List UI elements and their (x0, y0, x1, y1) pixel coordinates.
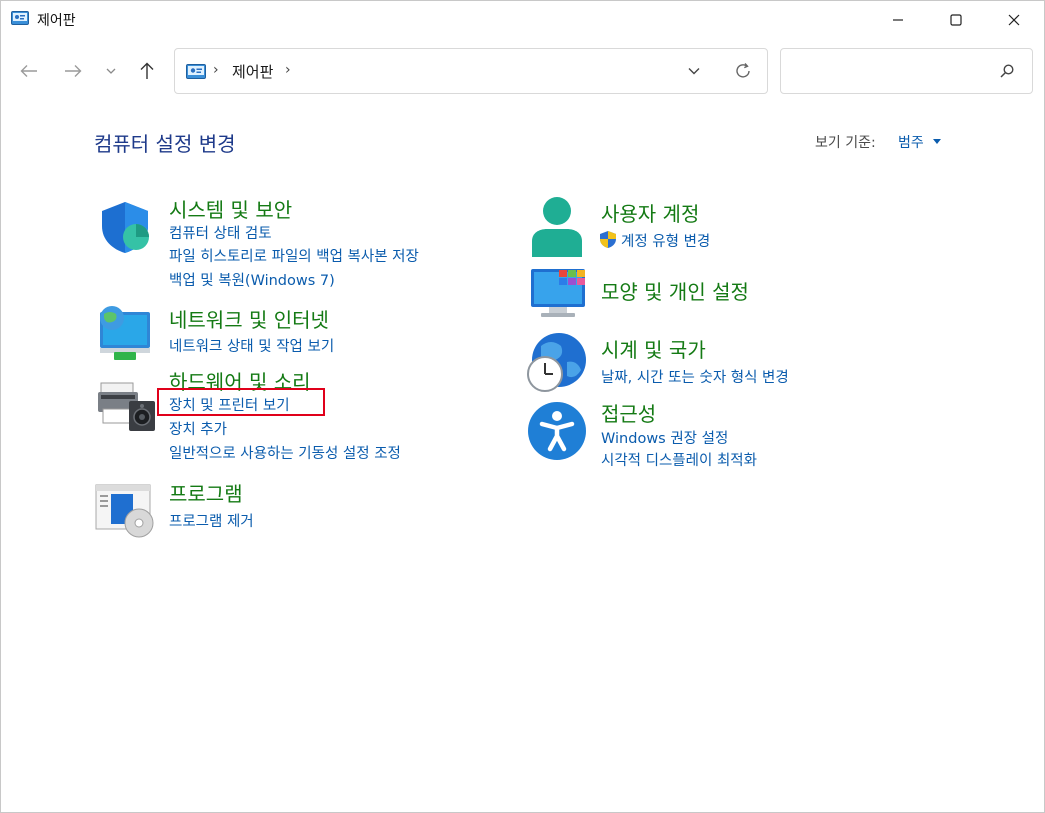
minimize-button[interactable] (869, 1, 927, 39)
category-programs-title[interactable]: 프로그램 (169, 478, 243, 507)
recent-dropdown-icon (106, 68, 116, 74)
link-review-computer-status[interactable]: 컴퓨터 상태 검토 (169, 222, 272, 243)
security-shield-icon[interactable] (97, 199, 153, 255)
dropdown-caret-icon[interactable] (933, 139, 941, 144)
recent-locations-button[interactable] (103, 59, 119, 83)
up-arrow-icon (140, 62, 154, 79)
up-button[interactable] (135, 59, 159, 83)
link-change-account-type[interactable]: 계정 유형 변경 (621, 230, 710, 251)
printer-speaker-icon[interactable] (97, 379, 157, 433)
maximize-button[interactable] (927, 1, 985, 39)
link-add-device[interactable]: 장치 추가 (169, 418, 227, 439)
view-by-dropdown[interactable]: 범주 (898, 132, 924, 152)
control-panel-window: 제어판 › 제어판 › 컴퓨터 설정 변경 보기 기준: 범주 시스템 및 보안… (0, 0, 1045, 813)
page-title: 컴퓨터 설정 변경 (94, 132, 236, 156)
network-globe-icon[interactable] (96, 304, 154, 362)
link-date-time-format[interactable]: 날짜, 시간 또는 숫자 형식 변경 (601, 366, 789, 387)
back-arrow-icon (20, 65, 37, 77)
link-network-status-tasks[interactable]: 네트워크 상태 및 작업 보기 (169, 335, 334, 356)
forward-arrow-icon (65, 65, 82, 77)
control-panel-icon (186, 64, 206, 79)
breadcrumb-separator[interactable]: › (285, 62, 291, 78)
minimize-icon (893, 19, 903, 21)
globe-clock-icon[interactable] (527, 332, 589, 394)
control-panel-icon (11, 11, 29, 25)
search-input[interactable] (787, 59, 991, 83)
close-icon (1008, 14, 1020, 26)
category-user-accounts-title[interactable]: 사용자 계정 (601, 198, 699, 227)
link-optimize-visual-display[interactable]: 시각적 디스플레이 최적화 (601, 449, 757, 470)
title-bar: 제어판 (1, 1, 1044, 39)
link-file-history-backup[interactable]: 파일 히스토리로 파일의 백업 복사본 저장 (169, 245, 419, 266)
forward-button[interactable] (61, 59, 85, 83)
link-devices-printers[interactable]: 장치 및 프린터 보기 (169, 394, 290, 415)
uac-shield-icon (600, 231, 616, 248)
category-system-security-title[interactable]: 시스템 및 보안 (169, 194, 292, 223)
search-icon[interactable] (999, 63, 1015, 79)
monitor-palette-icon[interactable] (529, 267, 589, 319)
view-by-label: 보기 기준: (815, 135, 876, 151)
close-button[interactable] (985, 1, 1043, 39)
address-bar[interactable]: › 제어판 › (174, 48, 768, 94)
breadcrumb-separator: › (213, 62, 219, 78)
link-mobility-settings[interactable]: 일반적으로 사용하는 기동성 설정 조정 (169, 442, 401, 463)
accessibility-icon[interactable] (527, 401, 587, 461)
breadcrumb-control-panel[interactable]: 제어판 (232, 61, 273, 82)
search-box[interactable] (780, 48, 1033, 94)
user-icon[interactable] (529, 195, 585, 259)
chevron-down-icon[interactable] (687, 64, 701, 78)
link-backup-restore[interactable]: 백업 및 복원(Windows 7) (169, 269, 335, 290)
category-clock-region-title[interactable]: 시계 및 국가 (601, 334, 706, 363)
window-title: 제어판 (37, 13, 76, 29)
category-ease-of-access-title[interactable]: 접근성 (601, 398, 656, 427)
category-appearance-title[interactable]: 모양 및 개인 설정 (601, 276, 749, 305)
link-windows-recommended-settings[interactable]: Windows 권장 설정 (601, 427, 728, 448)
back-button[interactable] (17, 59, 41, 83)
navigation-bar: › 제어판 › (1, 47, 1044, 95)
link-uninstall-program[interactable]: 프로그램 제거 (169, 510, 254, 531)
maximize-icon (950, 14, 962, 26)
category-network-internet-title[interactable]: 네트워크 및 인터넷 (169, 304, 329, 333)
programs-disc-icon[interactable] (95, 483, 157, 539)
refresh-icon[interactable] (733, 61, 753, 81)
